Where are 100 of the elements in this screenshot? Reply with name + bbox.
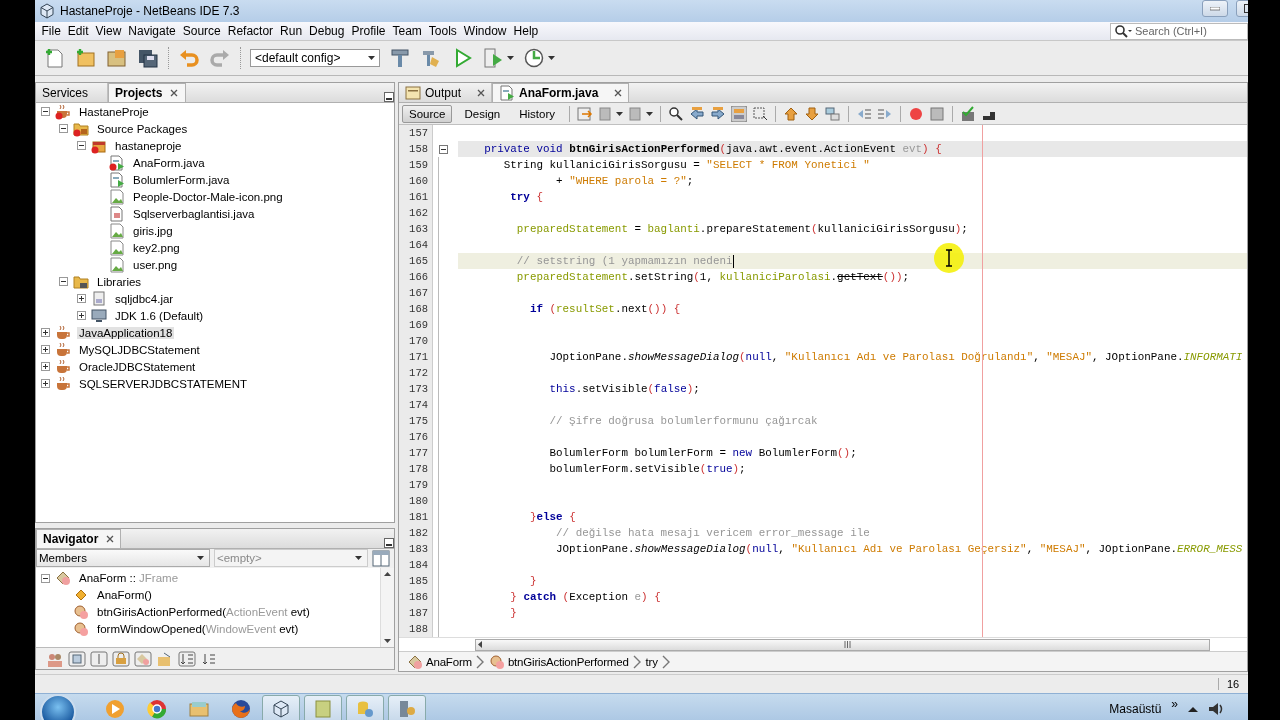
line-number: 162 [399,205,433,221]
window-title: HastaneProje - NetBeans IDE 7.3 [60,4,240,18]
line-number: 185 [399,573,433,589]
line-number: 184 [399,557,433,573]
code-line: this.setVisible(false); [549,382,700,397]
tree-item[interactable]: giris.jpg [131,224,175,237]
menu-item[interactable]: File [38,24,65,38]
menu-item[interactable]: View [92,24,125,38]
member-item[interactable]: AnaForm() [95,589,154,602]
tree-item[interactable]: MySQLJDBCStatement [77,343,202,356]
tree-item[interactable]: BolumlerForm.java [131,173,232,186]
menu-item[interactable]: Edit [64,24,93,38]
code-line: bolumlerForm.setVisible(true); [549,462,746,477]
member-item[interactable]: btnGirisActionPerformed(ActionEvent evt) [95,606,312,619]
code-line: // değilse hata mesajı vericem error_message ile [556,526,870,541]
code-line: } [510,606,517,621]
code-line: preparedStatement.setString(1, kullaniciParolasi.getText()); [516,270,909,285]
menu-item[interactable]: Refactor [224,24,277,38]
editor-tab[interactable]: AnaForm.java [492,83,630,102]
line-number: 164 [399,237,433,253]
tree-item[interactable]: AnaForm.java [131,156,207,169]
breadcrumb-item[interactable]: try [645,655,658,668]
cursor-position: 16 [1218,678,1248,690]
tree-item[interactable]: JavaApplication18 [77,326,175,339]
tree-item[interactable]: Libraries [95,275,144,288]
code-line: // Şifre doğrusa bolumlerformunu çağırcak [549,414,818,429]
line-number: 179 [399,477,433,493]
menu-item[interactable]: Tools [425,24,461,38]
line-number: 182 [399,525,433,541]
tree-item[interactable]: hastaneproje [113,139,184,152]
line-number: 163 [399,221,433,237]
filter-dropdown[interactable]: Members [36,549,210,568]
menu-item[interactable]: Profile [348,24,389,38]
code-line: } [529,574,537,589]
line-number: 173 [399,381,433,397]
menu-item[interactable]: Debug [305,24,348,38]
line-number: 166 [399,269,433,285]
menu-item[interactable]: Source [179,24,225,38]
tree-item[interactable]: Sqlserverbaglantisi.java [131,207,257,220]
line-number: 169 [399,317,433,333]
code-line: try { [510,190,543,205]
member-item[interactable]: AnaForm :: JFrame [77,572,181,585]
view-tab[interactable]: History [512,104,563,123]
search-field[interactable]: Search (Ctrl+I) [1110,22,1248,40]
line-number: 158 [399,141,433,157]
line-number: 177 [399,445,433,461]
code-line: BolumlerForm bolumlerForm = new BolumlerForm(); [549,446,857,461]
code-line: String kullaniciGirisSorgusu = "SELECT * FROM Yonetici " [503,158,870,173]
line-number: 175 [399,413,433,429]
editor-tab[interactable]: Output [399,83,493,102]
line-number: 181 [399,509,433,525]
line-number: 161 [399,189,433,205]
code-line: } catch (Exception e) { [510,590,661,605]
code-line: }else { [529,510,576,525]
line-number: 159 [399,157,433,173]
tree-item[interactable]: SQLSERVERJDBCSTATEMENT [77,377,250,390]
menu-item[interactable]: Team [389,24,426,38]
line-number: 167 [399,285,433,301]
tree-item[interactable]: People-Doctor-Male-icon.png [131,190,285,203]
line-number: 176 [399,429,433,445]
line-number: 186 [399,589,433,605]
line-number: 157 [399,125,433,141]
line-number: 183 [399,541,433,557]
line-number: 171 [399,349,433,365]
tree-item[interactable]: OracleJDBCStatement [77,360,198,373]
tree-item[interactable]: HastaneProje [77,105,151,118]
view-tab[interactable]: Design [457,104,508,123]
line-number: 160 [399,173,433,189]
tree-item[interactable]: JDK 1.6 (Default) [113,309,206,322]
member-item[interactable]: formWindowOpened(WindowEvent evt) [95,623,301,636]
view-tab[interactable]: Source [402,104,453,123]
panel-tab[interactable]: Navigator [36,528,122,548]
line-number: 172 [399,365,433,381]
menu-item[interactable]: Navigate [124,24,180,38]
tree-item[interactable]: user.png [131,258,180,271]
breadcrumb-item[interactable]: AnaForm [407,653,472,670]
menu-item[interactable]: Window [460,24,511,38]
line-number: 170 [399,333,433,349]
toolbar-label: Masaüstü [1109,701,1162,716]
line-number: 187 [399,605,433,621]
breadcrumb-item[interactable]: btnGirisActionPerformed [488,653,629,670]
configuration-dropdown[interactable]: <default config> [250,49,380,67]
line-number: 180 [399,493,433,509]
tree-item[interactable]: key2.png [131,241,182,254]
code-line: + "WHERE parola = ?"; [556,174,694,189]
panel-tab[interactable]: Projects [108,83,186,102]
tree-item[interactable]: sqljdbc4.jar [113,292,176,305]
line-number: 178 [399,461,433,477]
tree-item[interactable]: Source Packages [95,122,190,135]
line-number: 165 [399,253,433,269]
code-line: if (resultSet.next()) { [529,302,681,317]
overflow-button[interactable]: » [1171,696,1178,711]
code-line: preparedStatement = baglanti.prepareStatement(kullaniciGirisSorgusu); [516,222,968,237]
code-line: JOptionPane.showMessageDialog(null, "Kullanıcı Adı ve Parolası Doğrulandı", "MESAJ", JOptionPane.INFORMATI [549,350,1243,365]
menu-item[interactable]: Help [510,24,542,38]
line-number: 174 [399,397,433,413]
code-line: // setstring (1 yapmamızın nedeni [516,254,733,269]
code-line: JOptionPane.showMessageDialog(null, "Kullanıcı Adı ve Parolası Geçersiz", "MESAJ", JOptionPane.ERROR_MESS [556,542,1243,557]
menu-item[interactable]: Run [276,24,306,38]
line-number: 188 [399,621,433,637]
